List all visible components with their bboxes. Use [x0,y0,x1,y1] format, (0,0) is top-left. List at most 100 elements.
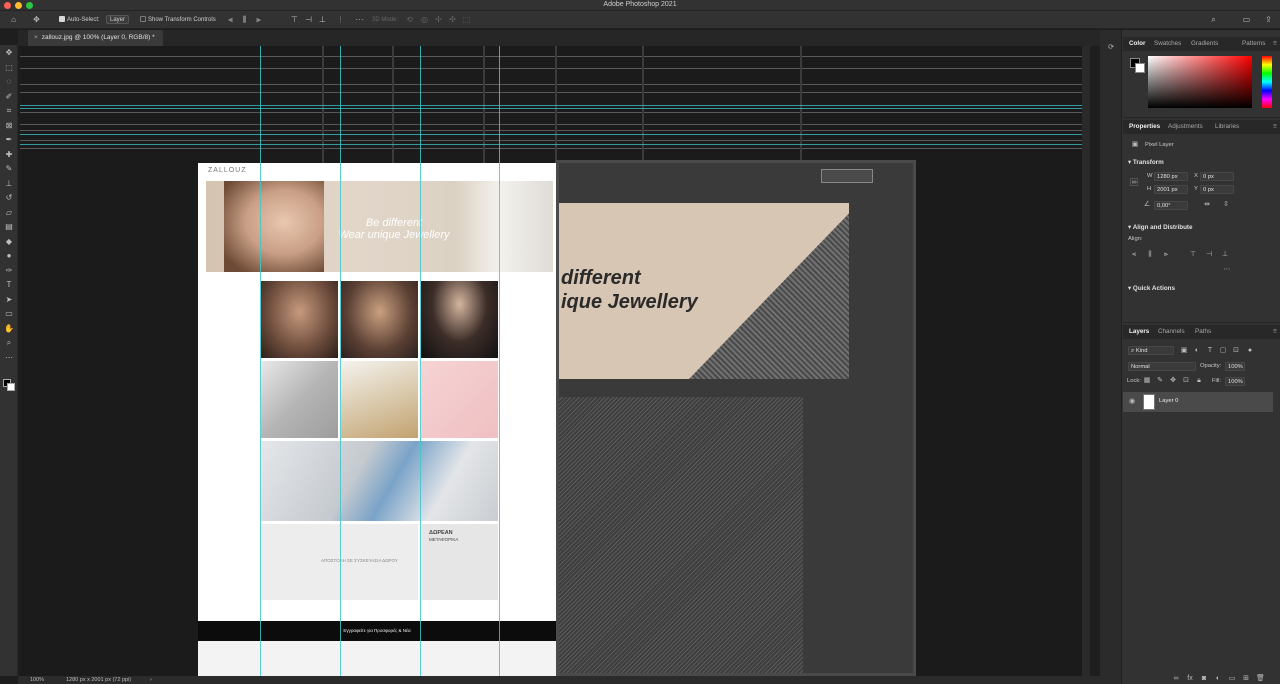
align-center-icon[interactable]: ⫼ [240,15,249,24]
3d-roll-icon[interactable]: ◎ [420,15,429,24]
transform-controls-checkbox[interactable]: Show Transform Controls [140,15,216,25]
x-field[interactable]: 0 px [1200,172,1234,181]
lasso-icon[interactable]: ◌ [3,76,15,88]
delete-layer-icon[interactable]: 🗑︎ [1256,675,1265,683]
filter-shape-icon[interactable]: ▢ [1219,347,1227,355]
healing-icon[interactable]: ✚ [3,149,15,161]
align-bottom-icon[interactable]: ⊥ [318,15,327,24]
dodge-icon[interactable]: ● [3,250,15,262]
lock-image-icon[interactable]: ✎ [1156,377,1164,385]
filter-pixel-icon[interactable]: ▣ [1180,347,1188,355]
align-bottom-edges-icon[interactable]: ⊥ [1221,251,1229,259]
distribute-icon[interactable]: ⦙ [336,15,345,24]
align-right-icon[interactable]: ⫸ [254,15,263,24]
vertical-guide[interactable] [499,46,500,676]
tab-channels[interactable]: Channels [1158,325,1185,339]
gradient-icon[interactable]: ▤ [3,221,15,233]
hand-icon[interactable]: ✋ [3,323,15,335]
brush-icon[interactable]: ✎ [3,163,15,175]
hue-slider[interactable] [1262,56,1272,108]
blend-mode-select[interactable]: Normal [1128,362,1196,371]
lock-transparent-icon[interactable]: ▦ [1143,377,1151,385]
fill-field[interactable]: 100% [1225,377,1245,386]
new-adjustment-icon[interactable]: ◐ [1214,675,1222,683]
panel-menu-icon[interactable]: ≡ [1273,37,1277,51]
lock-all-icon[interactable]: 🔒︎ [1195,377,1203,385]
tab-color[interactable]: Color [1129,37,1145,51]
opacity-field[interactable]: 100% [1225,362,1245,371]
more-align-icon[interactable]: ⋯ [1223,266,1231,274]
tab-layers[interactable]: Layers [1129,325,1149,339]
layer-filter-kind[interactable]: ⌕ Kind [1128,346,1174,355]
quick-actions-title[interactable]: ▾ Quick Actions [1128,285,1175,292]
tab-libraries[interactable]: Libraries [1215,120,1239,134]
home-icon[interactable]: ⌂ [9,15,18,24]
toolbar-background-swatch[interactable] [7,383,15,391]
align-left-edges-icon[interactable]: ⫷ [1130,251,1138,259]
align-section-title[interactable]: ▾ Align and Distribute [1128,224,1193,231]
tab-patterns[interactable]: Patterns [1242,37,1265,51]
filter-type-icon[interactable]: T [1206,347,1214,355]
filter-toggle-icon[interactable]: ● [1246,347,1254,355]
move-icon[interactable]: ✥ [3,47,15,59]
layer-style-icon[interactable]: fx [1186,675,1194,683]
align-top-icon[interactable]: ⊤ [290,15,299,24]
path-select-icon[interactable]: ➤ [3,294,15,306]
document-info[interactable]: 1280 px x 2001 px (72 ppi) [66,676,131,684]
vertical-guide[interactable] [260,46,261,676]
close-tab-icon[interactable]: × [34,34,38,41]
tab-properties[interactable]: Properties [1129,120,1160,134]
align-middle-icon[interactable]: ⊣ [304,15,313,24]
search-icon[interactable]: ⌕ [1209,15,1218,24]
flip-vertical-icon[interactable]: ⇳ [1222,201,1230,209]
align-right-edges-icon[interactable]: ⫸ [1162,251,1170,259]
lock-artboard-icon[interactable]: ⊡ [1182,377,1190,385]
tab-gradients[interactable]: Gradients [1191,37,1218,51]
layer-row[interactable]: ◉ Layer 0 [1123,392,1273,412]
document-canvas[interactable]: different ique Jewellery ZALLOUZ Be diff… [20,46,1090,676]
history-brush-icon[interactable]: ↺ [3,192,15,204]
link-layers-icon[interactable]: ∞ [1172,675,1180,683]
eraser-icon[interactable]: ▱ [3,207,15,219]
marquee-icon[interactable]: ⬚ [3,62,15,74]
more-tools-icon[interactable]: ⋯ [3,352,15,364]
add-mask-icon[interactable]: ◙ [1200,675,1208,683]
zoom-icon[interactable]: ⌕ [3,337,15,349]
visibility-eye-icon[interactable]: ◉ [1128,398,1136,406]
height-field[interactable]: 2001 px [1154,185,1188,194]
3d-orbit-icon[interactable]: ⟲ [405,15,414,24]
auto-select-dropdown[interactable]: Layer [106,15,130,25]
blur-icon[interactable]: ◆ [3,236,15,248]
panel-menu-icon[interactable]: ≡ [1273,325,1277,339]
crop-icon[interactable]: ⌗ [3,105,15,117]
workspace-icon[interactable]: ▭ [1242,15,1251,24]
eyedropper-icon[interactable]: ✒ [3,134,15,146]
auto-select-checkbox[interactable]: Auto-Select: [59,15,100,25]
align-vertical-centers-icon[interactable]: ⊣ [1205,251,1213,259]
stamp-icon[interactable]: ⊥ [3,178,15,190]
zoom-level[interactable]: 100% [30,676,44,684]
link-dimensions-icon[interactable]: ∞ [1130,178,1138,186]
pen-icon[interactable]: ✑ [3,265,15,277]
panel-menu-icon[interactable]: ≡ [1273,120,1277,134]
filter-adjustment-icon[interactable]: ◐ [1193,347,1201,355]
history-icon[interactable]: ⟳ [1107,44,1115,52]
width-field[interactable]: 1280 px [1154,172,1188,181]
align-horizontal-centers-icon[interactable]: ⫼ [1146,251,1154,259]
tab-paths[interactable]: Paths [1195,325,1211,339]
y-field[interactable]: 0 px [1200,185,1234,194]
shape-icon[interactable]: ▭ [3,308,15,320]
align-left-icon[interactable]: ⫷ [226,15,235,24]
horizontal-guide[interactable] [20,144,1090,145]
vertical-guide[interactable] [420,46,421,676]
status-menu-arrow[interactable]: › [150,676,152,684]
transform-section-title[interactable]: ▾ Transform [1128,159,1164,166]
horizontal-guide[interactable] [20,134,1090,135]
color-field[interactable] [1148,56,1252,108]
new-layer-icon[interactable]: ⊞ [1242,675,1250,683]
document-tab[interactable]: × zallouz.jpg @ 100% (Layer 0, RGB/8) * [28,30,163,46]
vertical-guide[interactable] [340,46,341,676]
more-options-icon[interactable]: ··· [355,15,364,24]
3d-scale-icon[interactable]: ⬚ [462,15,471,24]
tab-adjustments[interactable]: Adjustments [1168,120,1203,134]
